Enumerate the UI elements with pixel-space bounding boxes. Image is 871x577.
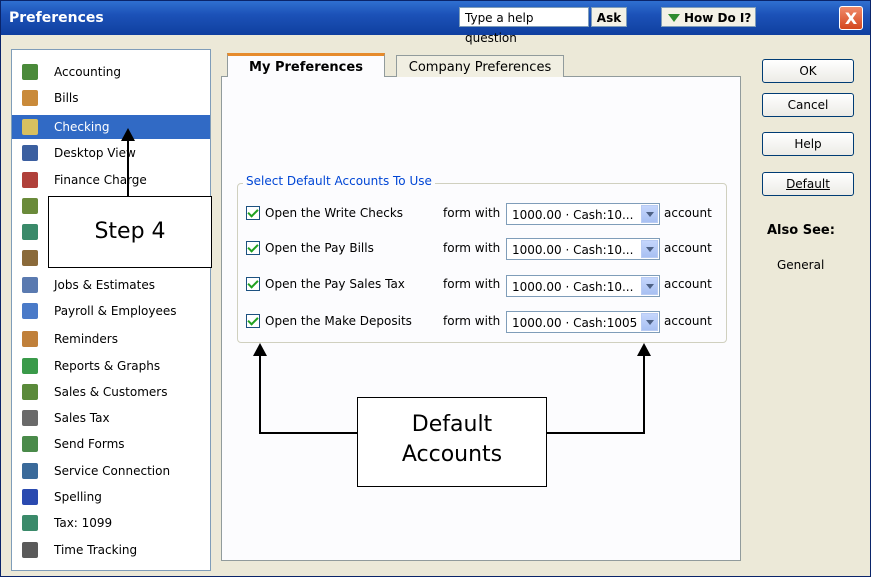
tab-my-preferences[interactable]: My Preferences [227, 53, 385, 77]
default-accounts-callout: Default Accounts [357, 397, 547, 487]
left-arrow-head [253, 343, 267, 356]
right-arrow-head [637, 343, 651, 356]
callout-line-2: Accounts [401, 442, 503, 467]
callout-arrows [121, 128, 651, 434]
left-arrow-line [259, 355, 357, 434]
right-arrow-line [547, 355, 645, 434]
step-4-callout: Step 4 [48, 196, 212, 268]
step-arrow-head [121, 128, 135, 141]
callout-line-1: Default [411, 412, 493, 437]
